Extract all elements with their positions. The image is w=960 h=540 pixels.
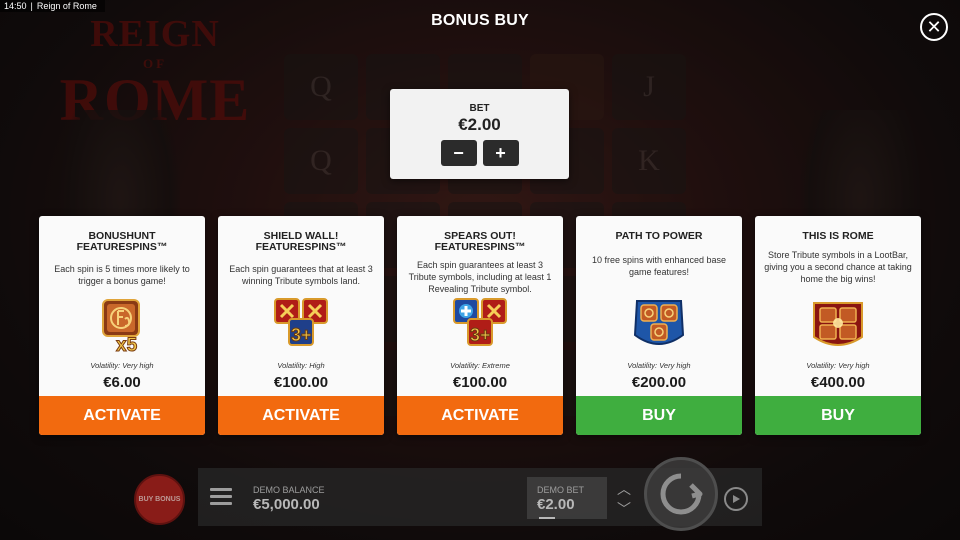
- status-time: 14:50: [4, 1, 27, 11]
- card-title: PATH TO POWER: [615, 230, 703, 242]
- buy-bonus-button[interactable]: BUY BONUS: [134, 474, 185, 525]
- bonus-card-path-to-power: PATH TO POWER 10 free spins with enhance…: [576, 216, 742, 435]
- demo-balance-label: DEMO BALANCE: [253, 485, 325, 495]
- close-icon: ✕: [926, 17, 942, 37]
- card-title: THIS IS ROME: [802, 230, 874, 242]
- svg-text:3+: 3+: [470, 325, 491, 345]
- demo-balance-value: €5,000.00: [253, 496, 320, 513]
- menu-icon[interactable]: [210, 488, 232, 505]
- bonus-card-shield-wall: SHIELD WALL! FEATURESPINS™ Each spin gua…: [218, 216, 384, 435]
- bet-value: €2.00: [458, 115, 501, 134]
- demo-bet-underline: [539, 517, 555, 519]
- card-price: €6.00: [103, 374, 141, 391]
- bonushunt-x5-icon: x5: [92, 295, 152, 357]
- card-price: €400.00: [810, 374, 866, 391]
- svg-text:x5: x5: [116, 335, 138, 355]
- card-description: 10 free spins with enhanced base game fe…: [591, 255, 727, 277]
- bet-down-chevron-icon[interactable]: ﹀: [613, 499, 635, 517]
- card-title: SHIELD WALL! FEATURESPINS™: [255, 230, 347, 253]
- status-separator: |: [30, 1, 33, 11]
- bonus-card-this-is-rome: THIS IS ROME Store Tribute symbols in a …: [755, 216, 921, 435]
- spears-out-3plus-icon: 3+: [450, 295, 510, 355]
- card-volatility: Volatility: Very high: [806, 361, 870, 370]
- shield-wall-3plus-icon: 3+: [271, 295, 331, 355]
- card-title: SPEARS OUT! FEATURESPINS™: [434, 230, 526, 253]
- close-button[interactable]: ✕: [920, 13, 948, 41]
- path-to-power-shield-icon: [629, 295, 689, 355]
- card-volatility: Volatility: Extreme: [450, 361, 510, 370]
- buy-button-path-to-power[interactable]: BUY: [576, 396, 742, 435]
- card-description: Each spin is 5 times more likely to trig…: [54, 264, 190, 286]
- bet-up-chevron-icon[interactable]: ︿: [613, 479, 635, 497]
- card-description: Each spin guarantees that at least 3 win…: [229, 264, 373, 286]
- bonus-card-bonushunt: BONUSHUNT FEATURESPINS™ Each spin is 5 t…: [39, 216, 205, 435]
- bonus-card-spears-out: SPEARS OUT! FEATURESPINS™ Each spin guar…: [397, 216, 563, 435]
- autoplay-icon: [733, 495, 740, 503]
- demo-bet-value: €2.00: [537, 496, 575, 513]
- buy-button-this-is-rome[interactable]: BUY: [755, 396, 921, 435]
- activate-button-bonushunt[interactable]: ACTIVATE: [39, 396, 205, 435]
- svg-text:3+: 3+: [291, 325, 312, 345]
- activate-button-shield-wall[interactable]: ACTIVATE: [218, 396, 384, 435]
- demo-bet-label: DEMO BET: [537, 485, 585, 495]
- card-description: Each spin guarantees at least 3 Tribute …: [408, 260, 552, 294]
- bet-panel: BET €2.00 − +: [390, 89, 569, 179]
- spin-icon: [660, 473, 703, 515]
- card-price: €200.00: [631, 374, 687, 391]
- status-app-title: Reign of Rome: [36, 1, 97, 11]
- card-title: BONUSHUNT FEATURESPINS™: [76, 230, 168, 253]
- this-is-rome-shield-icon: [808, 295, 868, 355]
- bet-increase-button[interactable]: +: [482, 140, 519, 166]
- card-description: Store Tribute symbols in a LootBar, givi…: [764, 250, 912, 284]
- card-volatility: Volatility: High: [277, 361, 325, 370]
- card-volatility: Volatility: Very high: [627, 361, 691, 370]
- status-bar: 14:50 | Reign of Rome: [0, 0, 105, 12]
- modal-title: BONUS BUY: [431, 12, 529, 29]
- card-price: €100.00: [273, 374, 329, 391]
- autoplay-button[interactable]: [724, 487, 748, 511]
- activate-button-spears-out[interactable]: ACTIVATE: [397, 396, 563, 435]
- bet-label: BET: [469, 103, 490, 114]
- card-price: €100.00: [452, 374, 508, 391]
- bet-controls: − +: [390, 140, 569, 166]
- card-volatility: Volatility: Very high: [90, 361, 154, 370]
- spin-button[interactable]: [644, 457, 718, 531]
- bet-decrease-button[interactable]: −: [440, 140, 477, 166]
